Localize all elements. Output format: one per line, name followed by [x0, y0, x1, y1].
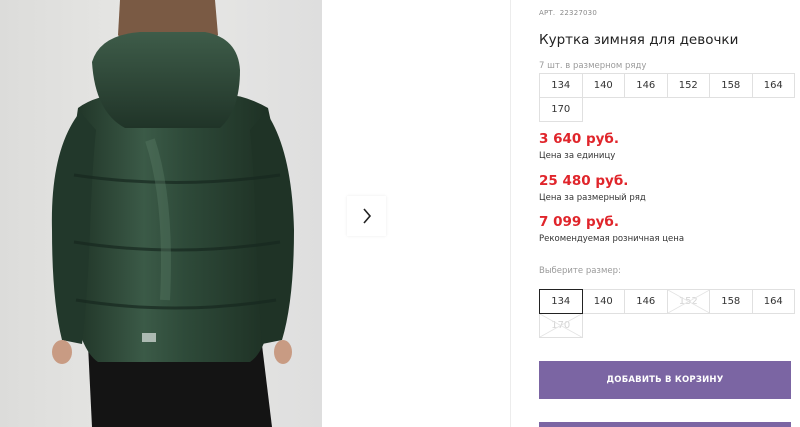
jacket-photo-illustration [0, 0, 322, 427]
series-size-cell: 146 [624, 73, 668, 98]
retail-price-caption: Рекомендуемая розничная цена [539, 234, 685, 244]
retail-price: 7 099 руб. [539, 214, 619, 230]
product-photo[interactable] [0, 0, 322, 427]
product-title: Куртка зимняя для девочки [539, 32, 739, 48]
size-option-164[interactable]: 164 [751, 289, 795, 314]
series-price-caption: Цена за размерный ряд [539, 193, 646, 203]
size-option-140[interactable]: 140 [581, 289, 625, 314]
size-select-label: Выберите размер: [539, 266, 621, 276]
unavailable-cross-icon [667, 290, 709, 313]
unavailable-cross-icon [540, 314, 582, 337]
add-to-cart-button[interactable]: Добавить в корзину [539, 361, 791, 399]
series-size-cell: 140 [581, 73, 625, 98]
size-select-grid: 134 140 146 152 158 164 170 [539, 289, 795, 338]
secondary-action-button[interactable] [539, 422, 791, 427]
series-size-cell: 152 [666, 73, 710, 98]
size-option-152: 152 [666, 289, 710, 314]
size-option-146[interactable]: 146 [624, 289, 668, 314]
series-size-cell: 170 [539, 97, 583, 122]
series-price: 25 480 руб. [539, 173, 629, 189]
series-count-label: 7 шт. в размерном ряду [539, 61, 647, 71]
size-option-134[interactable]: 134 [539, 289, 583, 314]
product-info: АРТ. 22327030 Куртка зимняя для девочки … [539, 0, 800, 427]
article-label: АРТ. [539, 9, 556, 17]
size-option-158[interactable]: 158 [709, 289, 753, 314]
product-gallery [0, 0, 512, 427]
gallery-divider [510, 0, 511, 427]
series-size-cell: 134 [539, 73, 583, 98]
unit-price: 3 640 руб. [539, 131, 619, 147]
article-number: 22327030 [559, 9, 597, 17]
article-code: АРТ. 22327030 [539, 9, 597, 17]
next-photo-button[interactable] [347, 196, 386, 236]
chevron-right-icon [362, 208, 371, 224]
size-option-170: 170 [539, 313, 583, 338]
series-size-grid: 134 140 146 152 158 164 170 [539, 73, 795, 122]
series-size-cell: 158 [709, 73, 753, 98]
unit-price-caption: Цена за единицу [539, 151, 616, 161]
series-size-cell: 164 [751, 73, 795, 98]
